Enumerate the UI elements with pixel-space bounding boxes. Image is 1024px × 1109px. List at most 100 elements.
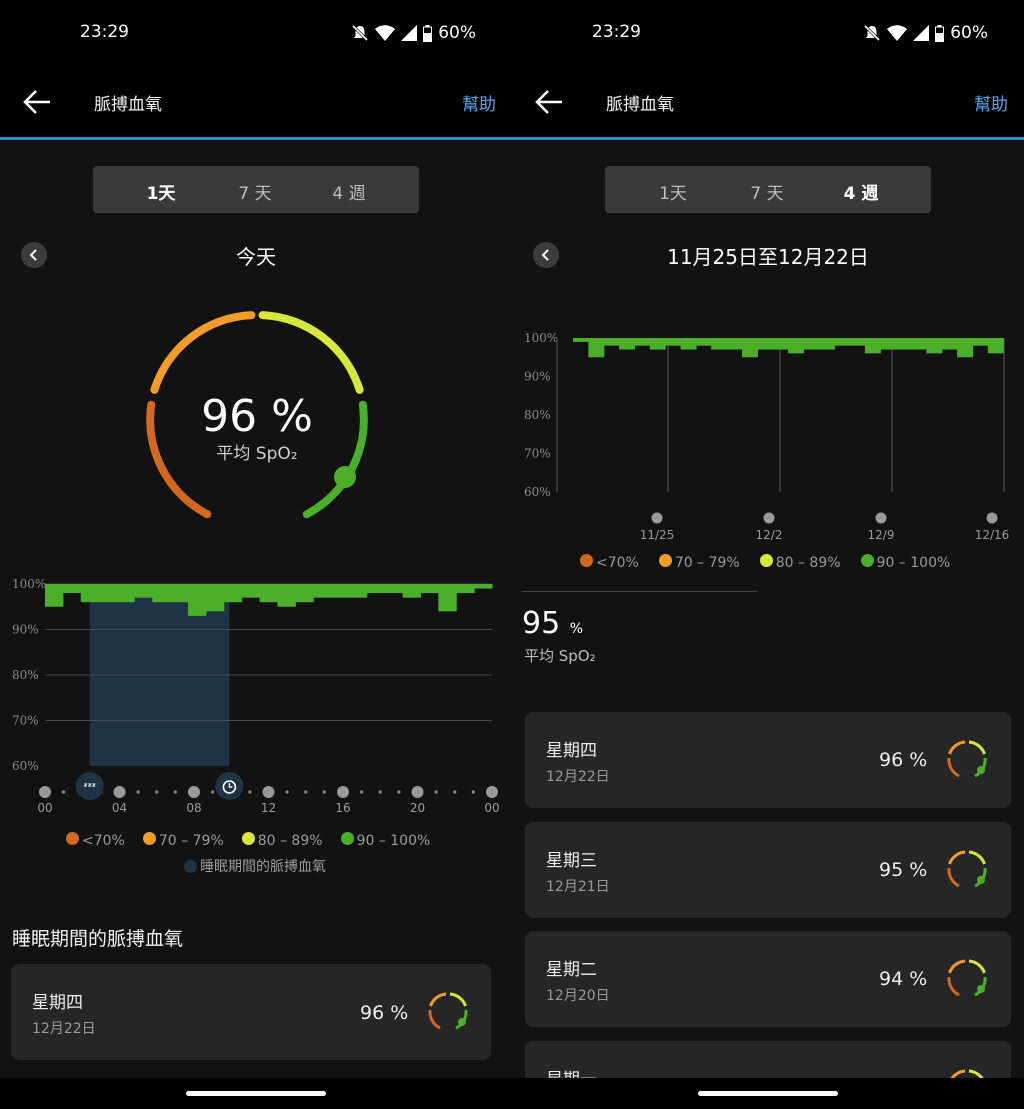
y-tick-label: 60% [12, 759, 39, 773]
daily-spo2-chart: 100% 90% 80% 70% 60% 00 04 08 12 16 20 00 ᶻᶻᶻ [12, 577, 500, 815]
spo2-bar [649, 338, 666, 350]
spo2-bar [420, 584, 439, 594]
y-tick-label: 70% [12, 714, 39, 728]
status-bar: 23:29 60% [0, 0, 512, 68]
page-title: 脈搏血氧 [94, 95, 162, 115]
mini-gauge-icon [947, 850, 987, 888]
legend-90-100: 90 – 100% [860, 554, 950, 571]
tab-7-days[interactable]: 7 天 [737, 179, 797, 204]
spo2-bar [849, 338, 866, 346]
mute-bell-icon [352, 24, 369, 42]
card-date: 12月22日 [546, 769, 610, 785]
card-day: 星期三 [546, 851, 597, 871]
legend-70-79: 70 – 79% [142, 832, 224, 849]
spo2-bar [223, 584, 243, 603]
spo2-bar [634, 338, 651, 346]
hour-dot [304, 790, 308, 794]
spo2-bar [573, 338, 589, 342]
tab-4-weeks[interactable]: 4 週 [319, 179, 379, 204]
y-tick-label: 70% [524, 447, 551, 461]
help-link[interactable]: 幫助 [462, 90, 496, 115]
tab-1-day[interactable]: 1天 [131, 179, 191, 204]
x-tick-label: 08 [186, 801, 201, 815]
mini-gauge-icon [947, 740, 987, 778]
gauge-label: 平均 SpO₂ [216, 444, 297, 464]
spo2-bar [456, 584, 475, 594]
spo2-bar [366, 584, 386, 594]
help-link[interactable]: 幫助 [974, 90, 1008, 115]
spo2-bar [62, 584, 82, 594]
sleep-day-card[interactable]: 星期四 12月22日 96 % [11, 964, 491, 1060]
hour-marker [113, 786, 126, 798]
x-tick-label: 00 [37, 801, 52, 815]
battery-percent: 60% [950, 23, 988, 43]
right-screen: 23:29 60% 脈搏血氧 幫助 1天 7 天 4 週 11月25日至12月2… [512, 0, 1024, 1109]
back-arrow-icon[interactable] [22, 88, 52, 116]
hour-dot [360, 790, 364, 794]
sleep-window [89, 586, 230, 766]
day-card[interactable]: 星期二 12月20日 94 % [525, 931, 1011, 1027]
card-value: 96 % [879, 749, 928, 771]
spo2-bar [880, 338, 897, 350]
gauge-marker [334, 466, 356, 488]
battery-icon [935, 24, 945, 42]
x-tick-label: 16 [335, 801, 350, 815]
hour-marker [262, 786, 275, 798]
hour-dot [434, 790, 438, 794]
signal-icon [913, 25, 930, 41]
card-day: 星期四 [32, 993, 83, 1013]
back-arrow-icon[interactable] [534, 88, 564, 116]
week-marker [763, 512, 775, 524]
spo2-bar [864, 338, 881, 354]
spo2-bar [695, 338, 712, 346]
spo2-bar [987, 338, 1004, 354]
week-marker [875, 512, 887, 524]
y-tick-label: 90% [12, 623, 39, 637]
hour-dot [471, 790, 475, 794]
spo2-bar [711, 338, 728, 350]
app-bar: 脈搏血氧 幫助 [0, 68, 512, 140]
week-marker [651, 512, 663, 524]
card-date: 12月21日 [546, 879, 610, 895]
spo2-bar [438, 584, 457, 612]
tab-4-weeks[interactable]: 4 週 [831, 179, 891, 204]
battery-percent: 60% [438, 23, 476, 43]
sleep-legend: 睡眠期間的脈搏血氧 [184, 856, 326, 876]
legend-lt70: <70% [580, 554, 639, 571]
hour-dot [155, 790, 159, 794]
x-tick-label: 12/9 [868, 528, 895, 542]
page-title: 脈搏血氧 [606, 95, 674, 115]
spo2-bar [603, 338, 620, 346]
status-time: 23:29 [592, 22, 641, 42]
mute-bell-icon [864, 24, 881, 42]
wifi-icon [887, 25, 908, 41]
tab-7-days[interactable]: 7 天 [225, 179, 285, 204]
gauge-orange-dark-arc [146, 400, 212, 519]
hour-marker [411, 786, 424, 798]
legend-80-89: 80 – 89% [241, 832, 323, 849]
spo2-bar [384, 584, 404, 594]
hour-dot [285, 790, 289, 794]
x-tick-label: 00 [484, 801, 499, 815]
tab-1-day[interactable]: 1天 [643, 179, 703, 204]
week-marker [986, 512, 998, 524]
hour-marker [486, 786, 498, 798]
home-pill[interactable] [698, 1091, 838, 1096]
home-pill[interactable] [186, 1091, 326, 1096]
spo2-bar [45, 584, 64, 607]
period-label: 今天 [236, 245, 276, 269]
gauge-value: 96 % [201, 391, 313, 442]
day-card[interactable]: 星期四 12月22日 96 % [525, 712, 1011, 808]
legend-80-89: 80 – 89% [759, 554, 841, 571]
spo2-bar [588, 338, 605, 358]
day-card[interactable]: 星期三 12月21日 95 % [525, 822, 1011, 918]
y-tick-label: 80% [524, 408, 551, 422]
app-bar: 脈搏血氧 幫助 [512, 68, 1024, 140]
card-day: 星期四 [546, 741, 597, 761]
card-date: 12月20日 [546, 988, 610, 1004]
average-label: 平均 SpO₂ [524, 647, 596, 665]
spo2-bar [726, 338, 743, 350]
status-icons: 60% [863, 22, 988, 44]
period-label: 11月25日至12月22日 [667, 245, 869, 269]
hour-dot [453, 790, 457, 794]
